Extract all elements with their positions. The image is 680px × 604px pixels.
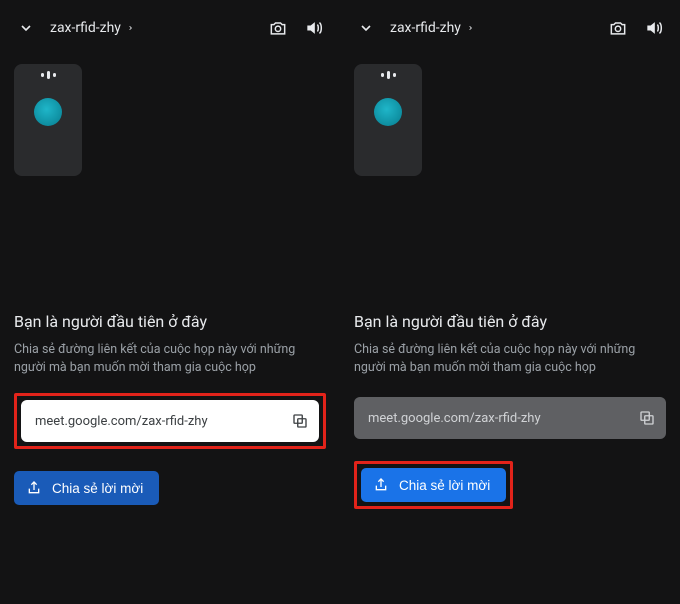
meeting-link-field[interactable]: meet.google.com/zax-rfid-zhy (21, 400, 319, 442)
meeting-code[interactable]: zax-rfid-zhy (50, 20, 134, 36)
avatar (34, 98, 62, 126)
meeting-link-text: meet.google.com/zax-rfid-zhy (35, 414, 283, 429)
voice-indicator-icon (381, 70, 396, 80)
subtext-share-link: Chia sẻ đường liên kết của cuộc họp này … (354, 341, 666, 377)
caret-right-icon (467, 23, 474, 33)
invite-panel: Bạn là người đầu tiên ở đây Chia sẻ đườn… (354, 312, 666, 509)
share-invite-button[interactable]: Chia sẻ lời mời (14, 471, 159, 505)
meeting-link-text: meet.google.com/zax-rfid-zhy (368, 411, 630, 426)
voice-indicator-icon (41, 70, 56, 80)
chevron-down-icon[interactable] (354, 16, 378, 40)
highlight-box: meet.google.com/zax-rfid-zhy (14, 393, 326, 449)
meeting-code-text: zax-rfid-zhy (50, 20, 121, 36)
copy-icon[interactable] (291, 412, 309, 430)
share-icon (373, 477, 389, 493)
heading-first-here: Bạn là người đầu tiên ở đây (354, 312, 666, 331)
heading-first-here: Bạn là người đầu tiên ở đây (14, 312, 326, 331)
speaker-icon[interactable] (642, 16, 666, 40)
chevron-down-icon[interactable] (14, 16, 38, 40)
speaker-icon[interactable] (302, 16, 326, 40)
highlight-box: Chia sẻ lời mời (354, 461, 513, 509)
invite-panel: Bạn là người đầu tiên ở đây Chia sẻ đườn… (14, 312, 326, 505)
share-invite-button[interactable]: Chia sẻ lời mời (361, 468, 506, 502)
screenshot-left: zax-rfid-zhy Bạn là người đầu tiên ở đây… (0, 0, 340, 604)
topbar: zax-rfid-zhy (354, 0, 666, 56)
share-icon (26, 480, 42, 496)
self-video-tile[interactable] (354, 64, 422, 176)
meeting-code-text: zax-rfid-zhy (390, 20, 461, 36)
subtext-share-link: Chia sẻ đường liên kết của cuộc họp này … (14, 341, 326, 377)
screenshot-right: zax-rfid-zhy Bạn là người đầu tiên ở đây… (340, 0, 680, 604)
caret-right-icon (127, 23, 134, 33)
copy-icon[interactable] (638, 409, 656, 427)
self-video-tile[interactable] (14, 64, 82, 176)
switch-camera-icon[interactable] (606, 16, 630, 40)
avatar (374, 98, 402, 126)
meeting-code[interactable]: zax-rfid-zhy (390, 20, 474, 36)
share-button-label: Chia sẻ lời mời (399, 478, 490, 493)
share-button-label: Chia sẻ lời mời (52, 481, 143, 496)
meeting-link-field[interactable]: meet.google.com/zax-rfid-zhy (354, 397, 666, 439)
switch-camera-icon[interactable] (266, 16, 290, 40)
topbar: zax-rfid-zhy (14, 0, 326, 56)
